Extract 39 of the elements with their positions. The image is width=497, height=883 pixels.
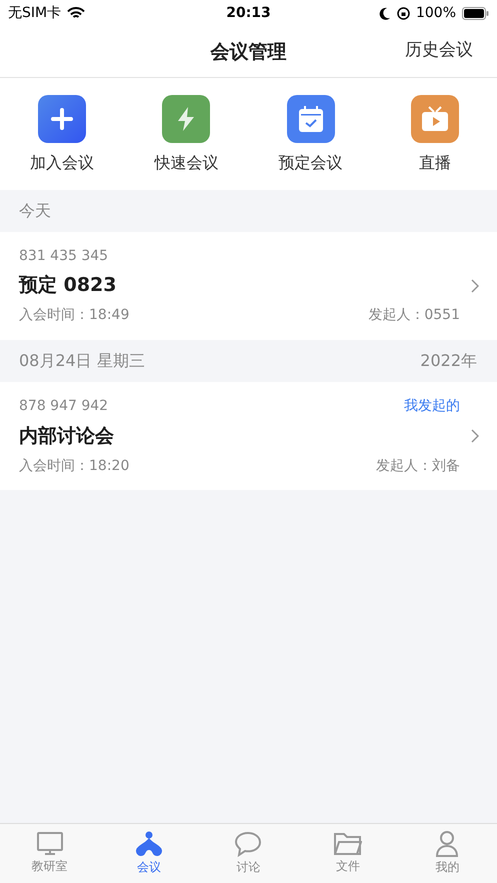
tab-bar-item[interactable]: 会议 [99, 824, 199, 883]
join-time: 入会时间：18:20 [19, 457, 130, 475]
quick-action-button[interactable]: 加入会议 [0, 94, 124, 174]
meeting-title: 预定 0823 [19, 273, 116, 298]
chevron-icon [471, 279, 479, 293]
user-icon [435, 831, 460, 857]
owner-tag: 我发起的 [404, 397, 460, 415]
monitor-icon [36, 832, 63, 856]
chevron-icon [471, 429, 479, 443]
quick-action-button[interactable]: 快速会议 [124, 94, 248, 174]
meeting-card[interactable]: 831 435 345 预定 0823 入会时间：18:49 发起人：0551 [0, 232, 497, 340]
initiator-text: 发起人：0551 [368, 306, 460, 324]
meeting-card[interactable]: 878 947 942 我发起的 内部讨论会 入会时间：18:20 发起人：刘备 [0, 382, 497, 490]
carrier-text: 无SIM卡 [8, 4, 62, 22]
date-header: 今天 [19, 200, 51, 222]
date-header: 08月24日 星期三 [19, 350, 145, 372]
history-link[interactable]: 历史会议 [405, 38, 473, 61]
moon-icon [378, 6, 391, 20]
meeting-number: 831 435 345 [19, 248, 108, 264]
page-title: 会议管理 [210, 40, 286, 64]
calendar-icon [298, 104, 324, 132]
wifi-icon [67, 6, 86, 20]
clock-time: 20:13 [226, 5, 271, 21]
meeting-title: 内部讨论会 [19, 424, 114, 449]
plus-icon [51, 108, 74, 130]
chat-bubble-icon [234, 831, 262, 857]
quick-action-button[interactable]: 预定会议 [248, 94, 373, 174]
join-time: 入会时间：18:49 [19, 306, 130, 324]
lightning-icon [176, 106, 196, 132]
people-icon [135, 831, 164, 857]
rotation-lock-icon [396, 6, 410, 20]
meeting-number: 878 947 942 [19, 398, 108, 414]
year-label: 2022年 [420, 350, 477, 372]
battery-percent: 100% [416, 5, 456, 21]
initiator-text: 发起人：刘备 [376, 457, 460, 475]
battery-icon [462, 6, 489, 20]
quick-action-button[interactable]: 直播 [372, 94, 497, 174]
folder-icon [334, 832, 362, 856]
tv-icon [420, 106, 449, 132]
